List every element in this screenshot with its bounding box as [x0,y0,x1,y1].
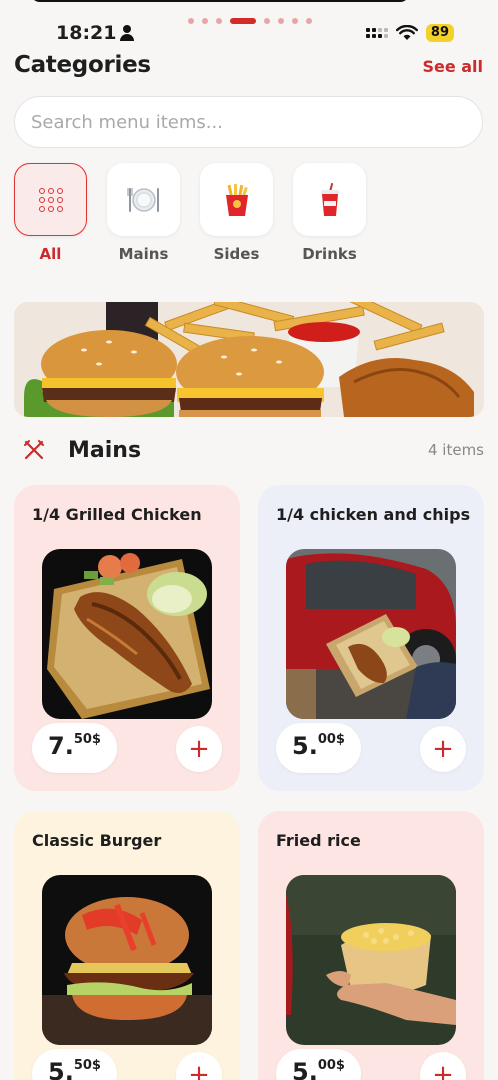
person-icon [120,25,135,41]
menu-item-card[interactable]: Classic Burger 5. 50$ + [14,811,240,1080]
menu-item-card[interactable]: Fried rice 5. 00$ + [258,811,484,1080]
category-drinks-box[interactable] [293,163,366,236]
item-image[interactable] [286,875,456,1045]
chicken-and-chips-image [286,549,456,719]
wifi-icon [395,25,418,40]
price-main: 5. [48,1058,74,1080]
signal-icon [365,28,388,38]
plus-icon: + [432,1060,454,1080]
page-dot [216,18,222,24]
item-image[interactable] [42,875,212,1045]
battery-icon: 89 [425,24,454,42]
category-label: All [39,245,62,263]
add-to-cart-button[interactable]: + [176,1052,222,1080]
status-icons: 89 [365,24,454,42]
page-dot [292,18,298,24]
classic-burger-image [42,875,212,1045]
see-all-link[interactable]: See all [422,57,483,76]
price-cents: 50$ [73,732,101,747]
menu-item-card[interactable]: 1/4 chicken and chips 5. 00$ + [258,485,484,791]
section-title: Mains [68,437,142,463]
page-dot-active [230,18,256,24]
price-main: 5. [292,732,318,760]
category-mains[interactable]: Mains [107,163,180,263]
category-label: Mains [118,245,169,263]
item-price: 5. 50$ [32,1049,117,1080]
item-price: 5. 00$ [276,1049,361,1080]
page-dot [202,18,208,24]
section-count: 4 items [427,441,484,459]
plus-icon: + [188,734,210,764]
add-to-cart-button[interactable]: + [420,1052,466,1080]
item-image[interactable] [42,549,212,719]
price-main: 5. [292,1058,318,1080]
plus-icon: + [432,734,454,764]
fried-rice-image [286,875,456,1045]
search-input[interactable] [31,111,466,133]
page-dot [278,18,284,24]
page-dot [306,18,312,24]
price-cents: 00$ [317,1058,345,1073]
item-name: 1/4 Grilled Chicken [32,505,202,524]
drink-icon [320,182,339,216]
fries-icon [225,183,248,216]
category-label: Sides [213,245,260,263]
item-price: 5. 00$ [276,723,361,773]
category-drinks[interactable]: Drinks [293,163,366,263]
page-indicator [188,18,312,24]
category-list: All Mains Sides Drinks [14,163,366,263]
item-name: Fried rice [276,831,361,850]
page-dot [188,18,194,24]
food-banner-image [14,302,484,417]
section-header: Mains 4 items [14,434,484,466]
item-image[interactable] [286,549,456,719]
plus-icon: + [188,1060,210,1080]
add-to-cart-button[interactable]: + [420,726,466,772]
price-cents: 50$ [73,1058,101,1073]
grilled-chicken-image [42,549,212,719]
dynamic-island [30,0,410,2]
status-time: 18:21 [56,22,135,44]
page-dot [264,18,270,24]
item-name: Classic Burger [32,831,162,850]
grid-icon [38,187,63,212]
plate-icon [127,187,159,212]
price-cents: 00$ [317,732,345,747]
time-label: 18:21 [56,22,117,44]
utensils-cross-icon [24,440,44,460]
category-label: Drinks [302,245,357,263]
category-all[interactable]: All [14,163,87,263]
category-sides-box[interactable] [200,163,273,236]
category-all-box[interactable] [14,163,87,236]
menu-item-card[interactable]: 1/4 Grilled Chicken 7. 50$ + [14,485,240,791]
category-sides[interactable]: Sides [200,163,273,263]
promo-banner[interactable] [14,302,484,417]
search-field[interactable] [14,96,483,148]
price-main: 7. [48,732,74,760]
page-title: Categories [14,52,151,78]
category-mains-box[interactable] [107,163,180,236]
add-to-cart-button[interactable]: + [176,726,222,772]
status-bar: 18:21 89 [0,0,498,48]
item-name: 1/4 chicken and chips [276,505,471,524]
item-price: 7. 50$ [32,723,117,773]
